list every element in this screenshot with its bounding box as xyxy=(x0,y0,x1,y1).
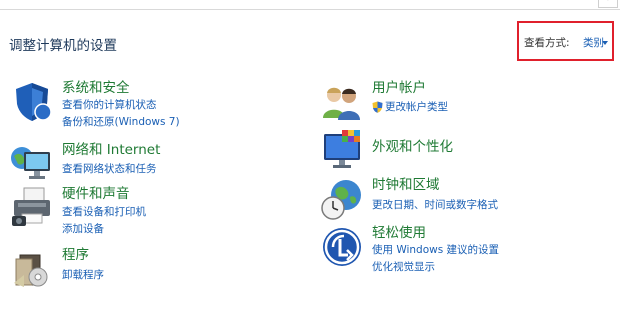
link-uninstall-program[interactable]: 卸载程序 xyxy=(62,269,104,282)
category-title[interactable]: 轻松使用 xyxy=(372,225,426,242)
category-user-accounts: 用户帐户 更改帐户类型 xyxy=(320,80,570,124)
accessibility-icon[interactable] xyxy=(320,225,364,269)
link-add-device[interactable]: 添加设备 xyxy=(62,223,104,236)
category-title[interactable]: 系统和安全 xyxy=(62,80,130,97)
category-title[interactable]: 硬件和声音 xyxy=(62,186,130,203)
category-title[interactable]: 用户帐户 xyxy=(372,80,426,97)
programs-icon[interactable] xyxy=(10,247,54,291)
shield-icon[interactable] xyxy=(10,80,54,124)
link-optimize-visual-display[interactable]: 优化视觉显示 xyxy=(372,261,435,274)
monitor-icon[interactable] xyxy=(320,128,364,172)
category-title[interactable]: 程序 xyxy=(62,247,89,264)
category-clock-region: 时钟和区域 更改日期、时间或数字格式 xyxy=(320,177,570,223)
category-title[interactable]: 网络和 Internet xyxy=(62,142,160,159)
category-ease-of-access: 轻松使用 使用 Windows 建议的设置 优化视觉显示 xyxy=(320,225,570,275)
category-title[interactable]: 时钟和区域 xyxy=(372,177,440,194)
view-by-selector: 查看方式: 类别 xyxy=(517,21,614,61)
link-view-computer-status[interactable]: 查看你的计算机状态 xyxy=(62,99,157,112)
chevron-down-icon[interactable] xyxy=(602,41,608,45)
category-programs: 程序 卸载程序 xyxy=(10,247,250,291)
view-by-label: 查看方式: xyxy=(524,37,570,49)
clock-globe-icon[interactable] xyxy=(320,177,364,221)
printer-icon[interactable] xyxy=(10,186,54,230)
category-hardware-sound: 硬件和声音 查看设备和打印机 添加设备 xyxy=(10,186,250,236)
settings-icon[interactable]: ⚙ xyxy=(598,0,618,8)
category-system-security: 系统和安全 查看你的计算机状态 备份和还原(Windows 7) xyxy=(10,80,250,130)
network-icon[interactable] xyxy=(10,142,54,186)
link-windows-recommended-settings[interactable]: 使用 Windows 建议的设置 xyxy=(372,244,499,257)
top-toolbar: ⚙ xyxy=(0,0,620,10)
view-by-dropdown[interactable]: 类别 xyxy=(583,35,604,50)
category-network-internet: 网络和 Internet 查看网络状态和任务 xyxy=(10,142,250,182)
link-devices-printers[interactable]: 查看设备和打印机 xyxy=(62,206,146,219)
link-change-date-time-format[interactable]: 更改日期、时间或数字格式 xyxy=(372,199,498,212)
link-network-status[interactable]: 查看网络状态和任务 xyxy=(62,163,157,176)
link-backup-restore[interactable]: 备份和还原(Windows 7) xyxy=(62,116,180,129)
category-title[interactable]: 外观和个性化 xyxy=(372,139,453,156)
users-icon[interactable] xyxy=(320,80,364,124)
link-change-account-type[interactable]: 更改帐户类型 xyxy=(385,101,448,114)
page-title: 调整计算机的设置 xyxy=(9,38,117,54)
category-appearance: 外观和个性化 xyxy=(320,128,570,172)
uac-shield-icon xyxy=(372,101,383,113)
